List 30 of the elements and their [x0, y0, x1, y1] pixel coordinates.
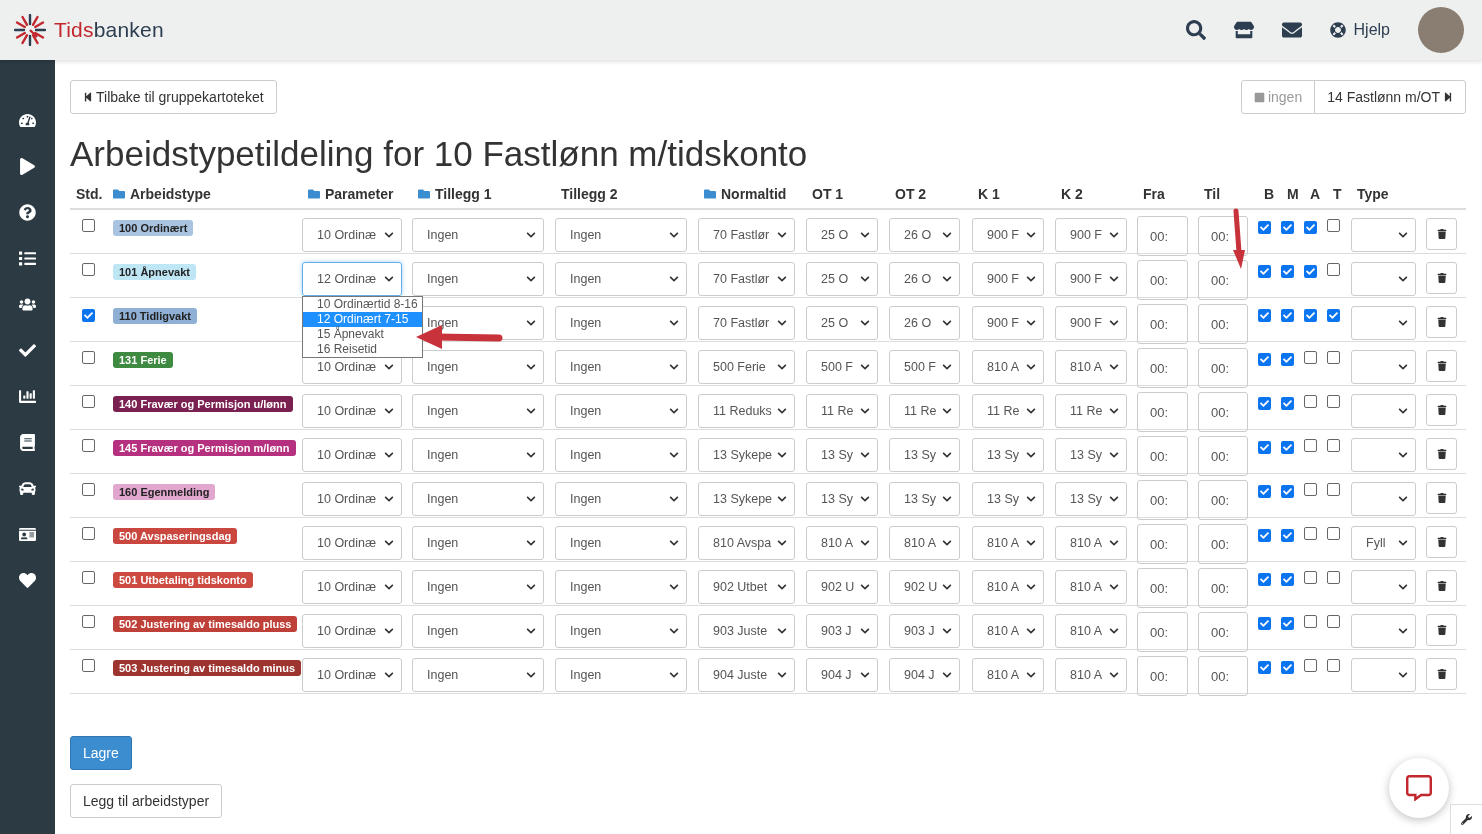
worktype-tag: 145 Fravær og Permisjon m/lønn	[113, 440, 296, 456]
worktype-tag: 502 Justering av timesaldo pluss	[113, 616, 298, 632]
worktype-tag: 110 Tidligvakt	[113, 308, 197, 324]
column-header: K 1	[978, 186, 1000, 202]
column-header: Tillegg 2	[561, 186, 618, 202]
worktype-tag: 501 Utbetaling tidskonto	[113, 572, 253, 588]
worktype-tag: 100 Ordinært	[113, 220, 194, 236]
worktype-tag: 101 Åpnevakt	[113, 264, 196, 280]
brand-logo-text: Tidsbanken	[54, 18, 164, 42]
worktype-tag: 160 Egenmelding	[113, 484, 216, 500]
column-header: K 2	[1061, 186, 1083, 202]
column-header: Arbeidstype	[130, 186, 211, 202]
column-header: Til	[1204, 186, 1221, 202]
column-header: Type	[1357, 186, 1389, 202]
column-header: M	[1287, 186, 1299, 202]
column-header: Tillegg 1	[435, 186, 492, 202]
column-header: A	[1310, 186, 1321, 202]
column-header: Normaltid	[721, 186, 787, 202]
column-header: OT 1	[812, 186, 844, 202]
column-header: OT 2	[895, 186, 927, 202]
column-header: Fra	[1143, 186, 1165, 202]
column-header: T	[1333, 186, 1342, 202]
column-header: Std.	[76, 186, 103, 202]
worktype-tag: 140 Fravær og Permisjon u/lønn	[113, 396, 293, 412]
column-header: Parameter	[325, 186, 394, 202]
worktype-tag: 503 Justering av timesaldo minus	[113, 660, 302, 676]
worktype-tag: 500 Avspaseringsdag	[113, 528, 238, 544]
column-header: B	[1264, 186, 1275, 202]
page-title: Arbeidstypetildeling for 10 Fastlønn m/tidskonto	[70, 134, 809, 174]
worktype-tag: 131 Ferie	[113, 352, 173, 368]
